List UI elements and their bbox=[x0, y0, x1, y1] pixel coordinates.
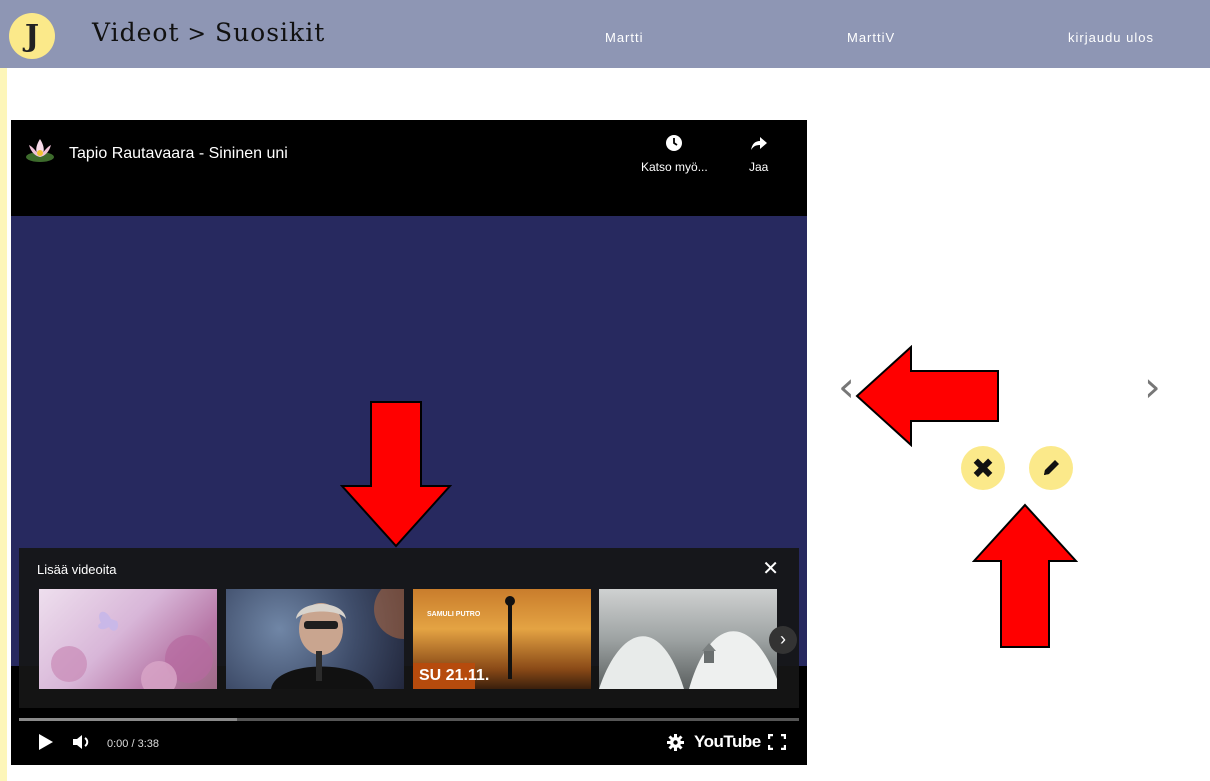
poster-date: SU 21.11. bbox=[419, 667, 490, 684]
next-suggestions-button[interactable]: › bbox=[769, 626, 797, 654]
poster-name: SAMULI PUTRO bbox=[427, 611, 481, 618]
annotation-arrow-down bbox=[340, 401, 452, 548]
suggested-video-thumbnail[interactable] bbox=[226, 589, 404, 689]
chevron-left-icon[interactable]: ‹ bbox=[838, 362, 855, 411]
logout-link[interactable]: kirjaudu ulos bbox=[1068, 30, 1154, 45]
suggested-video-thumbnail[interactable] bbox=[39, 589, 217, 689]
breadcrumb: Videot > Suosikit bbox=[92, 18, 325, 47]
share-button[interactable]: Jaa bbox=[749, 134, 768, 174]
suggested-video-thumbnail[interactable] bbox=[599, 589, 777, 689]
player-controls: 0:00 / 3:38 YouTube bbox=[11, 718, 807, 765]
play-icon[interactable] bbox=[39, 734, 53, 755]
chevron-right-icon[interactable]: › bbox=[1144, 362, 1161, 411]
main-content: Tapio Rautavaara - Sininen uni Katso myö… bbox=[7, 68, 1210, 781]
share-arrow-icon bbox=[749, 134, 768, 157]
breadcrumb-section[interactable]: Videot bbox=[92, 18, 180, 47]
breadcrumb-current: Suosikit bbox=[214, 18, 326, 47]
delete-button[interactable]: ✖ bbox=[961, 446, 1005, 490]
player-header: Tapio Rautavaara - Sininen uni Katso myö… bbox=[11, 120, 807, 216]
breadcrumb-separator: > bbox=[187, 22, 207, 47]
edit-button[interactable] bbox=[1029, 446, 1073, 490]
share-label: Jaa bbox=[749, 160, 769, 174]
more-videos-title: Lisää videoita bbox=[37, 562, 117, 577]
suggested-video-thumbnail[interactable]: SAMULI PUTRO SU 21.11. bbox=[413, 589, 591, 689]
progress-bar[interactable] bbox=[19, 718, 799, 721]
annotation-arrow-up bbox=[972, 503, 1078, 648]
more-videos-panel: Lisää videoita ✕ SAMULI PUTRO SU 21.11. … bbox=[19, 548, 799, 708]
logo[interactable]: J bbox=[9, 13, 55, 59]
watch-later-button[interactable]: Katso myö... bbox=[641, 134, 708, 174]
pencil-icon bbox=[1044, 460, 1059, 475]
channel-lotus-icon[interactable] bbox=[23, 135, 57, 169]
fullscreen-icon[interactable] bbox=[767, 733, 787, 755]
clock-icon bbox=[641, 134, 708, 157]
time-display: 0:00 / 3:38 bbox=[107, 738, 159, 750]
nav-link-marttiv[interactable]: MarttiV bbox=[847, 30, 895, 45]
video-title[interactable]: Tapio Rautavaara - Sininen uni bbox=[69, 145, 288, 163]
settings-gear-icon[interactable] bbox=[667, 734, 684, 756]
youtube-logo[interactable]: YouTube bbox=[694, 732, 761, 752]
volume-icon[interactable] bbox=[73, 734, 93, 755]
singer-image bbox=[271, 589, 404, 689]
top-bar: J Videot > Suosikit Martti MarttiV kirjaud… bbox=[0, 0, 1210, 68]
progress-buffered bbox=[19, 718, 238, 721]
close-icon: ✖ bbox=[971, 452, 995, 484]
snow-landscape-image bbox=[599, 631, 777, 689]
flowers-image bbox=[51, 611, 213, 689]
logo-letter: J bbox=[24, 18, 40, 54]
close-icon[interactable]: ✕ bbox=[762, 556, 779, 581]
annotation-arrow-left bbox=[855, 345, 999, 447]
watch-later-label: Katso myö... bbox=[641, 160, 708, 174]
nav-link-martti[interactable]: Martti bbox=[605, 30, 644, 45]
